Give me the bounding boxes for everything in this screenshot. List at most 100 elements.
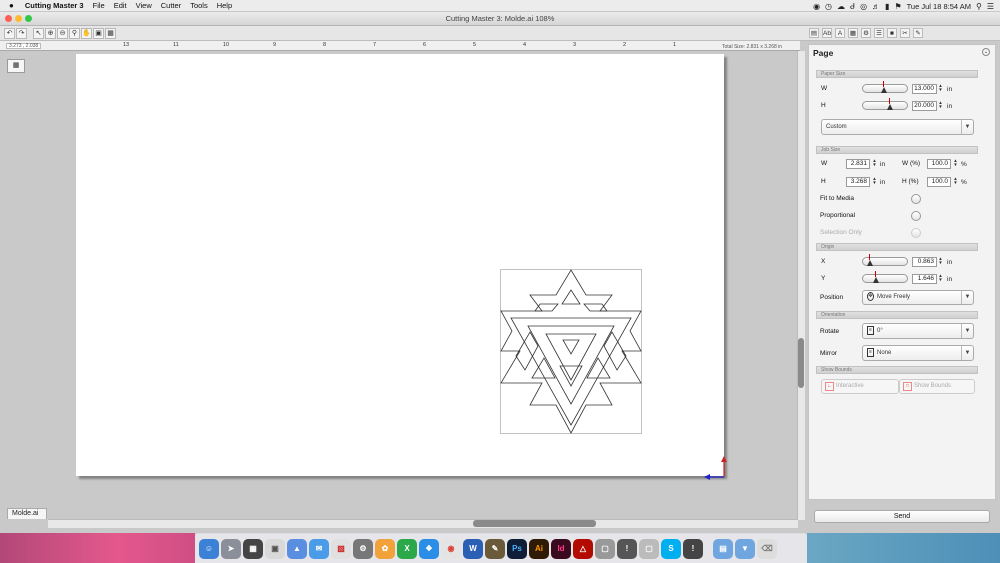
menu-cutter[interactable]: Cutter: [161, 1, 181, 10]
notes-icon[interactable]: ✎: [485, 538, 505, 559]
image-capture-icon[interactable]: ▲: [287, 538, 307, 559]
weed-panel-icon[interactable]: A: [835, 28, 845, 38]
folder-icon[interactable]: ▤: [713, 538, 733, 559]
menu-tools[interactable]: Tools: [190, 1, 208, 10]
document-tab[interactable]: Molde.ai: [7, 508, 47, 519]
layers-panel-icon[interactable]: ☰: [874, 28, 884, 38]
app-icon[interactable]: ▢: [595, 538, 615, 559]
menu-view[interactable]: View: [136, 1, 152, 10]
interactive-bounds-button[interactable]: ∟ Interactive: [821, 379, 899, 394]
origin-x-stepper[interactable]: ▲ ▼: [938, 256, 943, 265]
job-height-stepper[interactable]: ▲ ▼: [872, 176, 877, 185]
origin-y-stepper[interactable]: ▲ ▼: [938, 273, 943, 282]
rotate-dropdown[interactable]: ≡ 0° ▼: [862, 323, 974, 339]
options-panel-icon[interactable]: ⚙: [861, 28, 871, 38]
job-width-input[interactable]: 2.831: [846, 159, 870, 169]
acrobat-icon[interactable]: △: [573, 538, 593, 559]
job-height-percent-input[interactable]: 100.0: [927, 177, 951, 187]
control-center-icon[interactable]: ☰: [987, 2, 994, 11]
battery-icon[interactable]: ▮: [885, 2, 889, 11]
vertical-scrollbar[interactable]: [797, 51, 805, 520]
status-icon[interactable]: ◉: [813, 2, 820, 11]
page-panel-icon[interactable]: ▤: [809, 28, 819, 38]
horizontal-scroll-thumb[interactable]: [473, 520, 596, 527]
word-icon[interactable]: W: [463, 538, 483, 559]
job-width-stepper[interactable]: ▲ ▼: [872, 158, 877, 167]
app-icon[interactable]: ▢: [639, 538, 659, 559]
origin-y-slider[interactable]: [862, 271, 908, 283]
blade-panel-icon[interactable]: ✎: [913, 28, 923, 38]
preview-icon[interactable]: ▣: [265, 538, 285, 559]
fit-page-icon[interactable]: ▣: [93, 27, 104, 39]
slider-thumb[interactable]: [881, 81, 887, 93]
paper-size-dropdown[interactable]: Custom ▼: [821, 119, 974, 135]
paper-width-input[interactable]: 13.000: [912, 84, 937, 94]
wifi-icon[interactable]: ◎: [860, 2, 867, 11]
paper-width-slider[interactable]: [862, 81, 908, 93]
trash-icon[interactable]: ⌫: [757, 538, 777, 559]
section-show-bounds[interactable]: Show Bounds: [816, 366, 978, 374]
clock[interactable]: Tue Jul 18 8:54 AM: [907, 2, 971, 11]
paper-width-stepper[interactable]: ▲ ▼: [938, 83, 943, 92]
redo-icon[interactable]: ↷: [16, 27, 27, 39]
horizontal-scrollbar[interactable]: [48, 519, 798, 528]
cutting-master-icon[interactable]: !: [617, 538, 637, 559]
section-paper-size[interactable]: Paper Size: [816, 70, 978, 78]
volume-icon[interactable]: ♬: [872, 2, 880, 11]
menu-app-name[interactable]: Cutting Master 3: [25, 1, 84, 10]
flag-icon[interactable]: ⚑: [894, 2, 901, 11]
finder-icon[interactable]: ☺: [199, 538, 219, 559]
mirror-dropdown[interactable]: ≡ None ▼: [862, 345, 974, 361]
bluetooth-icon[interactable]: ᑯ: [850, 2, 855, 11]
section-origin[interactable]: Origin: [816, 243, 978, 251]
slider-thumb[interactable]: [873, 271, 879, 283]
fit-to-media-checkbox[interactable]: [911, 194, 921, 204]
paper-height-slider[interactable]: [862, 98, 908, 110]
downloads-folder-icon[interactable]: ▼: [735, 538, 755, 559]
apple-menu-icon[interactable]: ●: [9, 1, 14, 10]
mail-icon[interactable]: ✉: [309, 538, 329, 559]
illustrator-icon[interactable]: Ai: [529, 538, 549, 559]
section-job-size[interactable]: Job Size: [816, 146, 978, 154]
system-preferences-icon[interactable]: ⚙: [353, 538, 373, 559]
text-panel-icon[interactable]: Ab: [822, 28, 832, 38]
selection-only-checkbox[interactable]: [911, 228, 921, 238]
launchpad-icon[interactable]: ➤: [221, 538, 241, 559]
vertical-scroll-thumb[interactable]: [798, 338, 804, 388]
proportional-checkbox[interactable]: [911, 211, 921, 221]
job-width-percent-input[interactable]: 100.0: [927, 159, 951, 169]
cutter-panel-icon[interactable]: ✂: [900, 28, 910, 38]
photos-icon[interactable]: ✿: [375, 538, 395, 559]
paper-height-input[interactable]: 20.000: [912, 101, 937, 111]
section-orientation[interactable]: Orientation: [816, 311, 978, 319]
zoom-in-icon[interactable]: ⊕: [45, 27, 56, 39]
select-arrow-icon[interactable]: ↖: [33, 27, 44, 39]
photoshop-icon[interactable]: Ps: [507, 538, 527, 559]
skype-icon[interactable]: S: [661, 538, 681, 559]
color-panel-icon[interactable]: ■: [887, 28, 897, 38]
origin-y-input[interactable]: 1.646: [912, 274, 937, 284]
undo-icon[interactable]: ↶: [4, 27, 15, 39]
slider-thumb[interactable]: [867, 254, 873, 266]
safari-icon[interactable]: ❖: [419, 538, 439, 559]
paper-height-stepper[interactable]: ▲ ▼: [938, 100, 943, 109]
send-button[interactable]: Send: [814, 510, 990, 523]
indesign-icon[interactable]: Id: [551, 538, 571, 559]
zoom-out-icon[interactable]: ⊖: [57, 27, 68, 39]
slider-thumb[interactable]: [887, 98, 893, 110]
cutting-master-icon[interactable]: !: [683, 538, 703, 559]
job-width-percent-stepper[interactable]: ▲ ▼: [953, 158, 958, 167]
pan-hand-icon[interactable]: ✋: [81, 27, 92, 39]
chrome-icon[interactable]: ◉: [441, 538, 461, 559]
dashboard-icon[interactable]: ▦: [243, 538, 263, 559]
origin-x-slider[interactable]: [862, 254, 908, 266]
fit-selection-icon[interactable]: ▦: [105, 27, 116, 39]
menu-file[interactable]: File: [93, 1, 105, 10]
menu-edit[interactable]: Edit: [114, 1, 127, 10]
origin-x-input[interactable]: 0.863: [912, 257, 937, 267]
position-dropdown[interactable]: ✥ Move Freely ▼: [862, 290, 974, 305]
calendar-icon[interactable]: ▧: [331, 538, 351, 559]
search-icon[interactable]: ⚲: [976, 2, 982, 11]
design-artwork[interactable]: [500, 268, 643, 435]
menu-help[interactable]: Help: [217, 1, 232, 10]
